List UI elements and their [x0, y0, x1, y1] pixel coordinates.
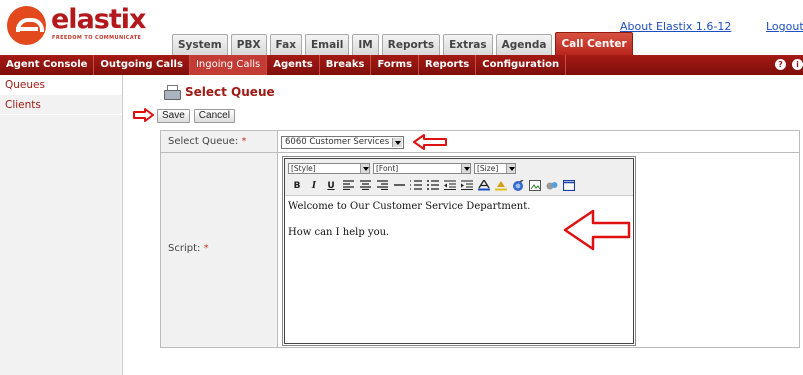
tab-agenda[interactable]: Agenda — [495, 34, 553, 55]
toolbar-selects: [Style] [Font] [Size] — [288, 163, 516, 174]
bold-icon[interactable]: B — [290, 180, 304, 193]
annotation-arrow-save — [133, 108, 154, 122]
insert-link-icon[interactable] — [511, 179, 525, 193]
ordered-list-icon[interactable] — [409, 180, 423, 193]
select-queue-value: 6060 Customer Services — [285, 137, 390, 147]
sidebar-item-queues[interactable]: Queues — [0, 75, 122, 95]
highlight-color-icon[interactable] — [494, 180, 508, 193]
printer-icon — [164, 85, 181, 100]
sub-navigation: Agent Console Outgoing Calls Ingoing Cal… — [0, 55, 803, 75]
script-row: Script: * [Style] [Font] [Size] B I U We… — [161, 153, 799, 347]
script-editor[interactable]: [Style] [Font] [Size] B I U Welcome to O… — [282, 156, 636, 346]
toolbar-buttons: B I U — [290, 178, 576, 193]
chevron-down-icon — [360, 164, 369, 173]
tab-im[interactable]: IM — [352, 34, 379, 55]
tab-call-center[interactable]: Call Center — [555, 32, 633, 55]
script-label-cell: Script: * — [161, 153, 278, 347]
subnav-configuration[interactable]: Configuration — [476, 55, 567, 75]
logo-text: elastix — [51, 4, 146, 35]
chevron-down-icon — [461, 164, 470, 173]
tab-pbx[interactable]: PBX — [230, 34, 267, 55]
outdent-icon[interactable] — [443, 180, 457, 193]
left-sidebar: Queues Clients — [0, 75, 123, 375]
logout-link[interactable]: Logout — [766, 20, 803, 33]
elastix-logo[interactable]: elastix FREEDOM TO COMMUNICATE — [7, 4, 147, 50]
info-icon[interactable]: i — [792, 59, 803, 70]
style-select-value: [Style] — [291, 164, 316, 173]
subnav-forms[interactable]: Forms — [371, 55, 420, 75]
app-header: elastix FREEDOM TO COMMUNICATE System PB… — [0, 0, 803, 55]
align-center-icon[interactable] — [358, 180, 372, 193]
unordered-list-icon[interactable] — [426, 180, 440, 193]
editor-frame: [Style] [Font] [Size] B I U Welcome to O… — [284, 158, 634, 344]
subnav-agent-console[interactable]: Agent Console — [0, 55, 95, 75]
tab-fax[interactable]: Fax — [269, 34, 302, 55]
size-select[interactable]: [Size] — [474, 163, 516, 174]
help-icon[interactable]: ? — [775, 59, 786, 70]
tab-reports[interactable]: Reports — [381, 34, 441, 55]
editor-line-2: How can I help you. — [288, 227, 390, 238]
about-elastix-link[interactable]: About Elastix 1.6-12 — [620, 20, 731, 33]
insert-special-icon[interactable] — [545, 180, 559, 193]
fullscreen-icon[interactable] — [562, 179, 576, 193]
font-select-value: [Font] — [376, 164, 399, 173]
cancel-button[interactable]: Cancel — [193, 109, 235, 123]
required-mark: * — [203, 243, 209, 254]
page-title: Select Queue — [164, 85, 275, 100]
subnav-icons: ? i — [775, 59, 803, 70]
horizontal-rule-icon[interactable] — [392, 180, 406, 193]
underline-icon[interactable]: U — [324, 180, 338, 193]
select-queue-row: Select Queue: * 6060 Customer Services — [161, 131, 799, 153]
subnav-agents[interactable]: Agents — [267, 55, 320, 75]
italic-icon[interactable]: I — [307, 180, 321, 193]
insert-image-icon[interactable] — [528, 180, 542, 193]
subnav-ingoing-calls[interactable]: Ingoing Calls — [189, 55, 268, 75]
form-buttons: Save Cancel — [157, 109, 235, 123]
indent-icon[interactable] — [460, 180, 474, 193]
select-queue-dropdown[interactable]: 6060 Customer Services — [281, 136, 405, 149]
tab-system[interactable]: System — [172, 34, 228, 55]
style-select[interactable]: [Style] — [288, 163, 370, 174]
elastix-logo-icon — [7, 6, 46, 45]
tab-extras[interactable]: Extras — [443, 34, 493, 55]
script-label: Script: * — [168, 243, 209, 254]
subnav-reports[interactable]: Reports — [419, 55, 477, 75]
editor-toolbar: [Style] [Font] [Size] B I U — [285, 159, 633, 196]
chevron-down-icon — [392, 138, 403, 147]
main-tabs: System PBX Fax Email IM Reports Extras A… — [172, 32, 633, 55]
select-queue-label: Select Queue: * — [161, 131, 278, 152]
align-right-icon[interactable] — [375, 180, 389, 193]
font-select[interactable]: [Font] — [373, 163, 471, 174]
select-queue-label-text: Select Queue: — [168, 136, 239, 147]
size-select-value: [Size] — [477, 164, 499, 173]
editor-line-1: Welcome to Our Customer Service Departme… — [288, 201, 531, 212]
text-color-icon[interactable] — [477, 178, 491, 193]
subnav-outgoing-calls[interactable]: Outgoing Calls — [94, 55, 190, 75]
annotation-arrow-script — [563, 209, 631, 251]
editor-blank-line — [288, 213, 530, 226]
tab-email[interactable]: Email — [304, 34, 350, 55]
align-left-icon[interactable] — [341, 180, 355, 193]
subnav-breaks[interactable]: Breaks — [320, 55, 372, 75]
required-mark: * — [241, 136, 247, 147]
page-title-text: Select Queue — [185, 85, 275, 99]
sidebar-item-clients[interactable]: Clients — [0, 95, 122, 115]
queue-form: Select Queue: * 6060 Customer Services S… — [160, 130, 800, 348]
editor-content[interactable]: Welcome to Our Customer Service Departme… — [288, 200, 530, 239]
annotation-arrow-queue — [413, 134, 447, 150]
save-button[interactable]: Save — [157, 109, 190, 123]
chevron-down-icon — [506, 164, 515, 173]
script-label-text: Script: — [168, 243, 201, 254]
logo-tagline: FREEDOM TO COMMUNICATE — [52, 35, 142, 41]
